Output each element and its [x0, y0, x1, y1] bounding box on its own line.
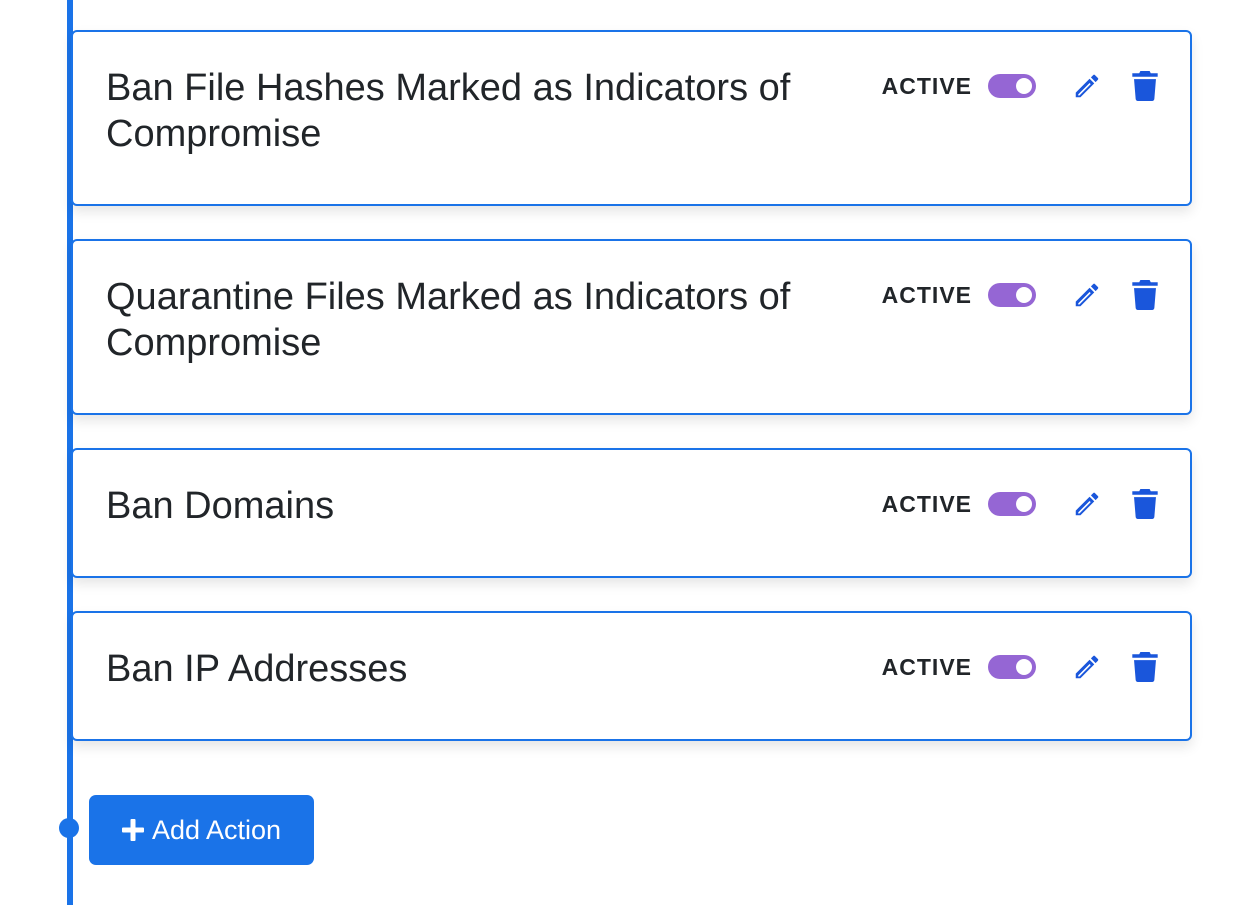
pencil-icon	[1075, 492, 1099, 516]
status-label: ACTIVE	[881, 653, 972, 680]
action-list: Ban File Hashes Marked as Indicators of …	[71, 30, 1192, 774]
add-action-label: Add Action	[151, 814, 282, 845]
trash-icon	[1132, 71, 1158, 101]
toggle-knob	[1016, 659, 1032, 675]
action-controls: ACTIVE	[882, 275, 1162, 315]
action-card: Quarantine Files Marked as Indicators of…	[71, 239, 1192, 415]
trash-icon	[1132, 652, 1158, 682]
action-controls: ACTIVE	[882, 647, 1162, 687]
action-card: Ban File Hashes Marked as Indicators of …	[71, 30, 1192, 206]
delete-button[interactable]	[1128, 277, 1162, 313]
action-controls: ACTIVE	[882, 484, 1162, 524]
add-action-button[interactable]: Add Action	[89, 795, 314, 865]
timeline-dot	[59, 818, 79, 838]
action-card: Ban Domains ACTIVE	[71, 448, 1192, 578]
pencil-icon	[1075, 283, 1099, 307]
pencil-icon	[1075, 655, 1099, 679]
action-title: Quarantine Files Marked as Indicators of…	[106, 276, 791, 364]
action-title: Ban Domains	[106, 485, 335, 527]
delete-button[interactable]	[1128, 68, 1162, 104]
toggle-knob	[1016, 496, 1032, 512]
pencil-icon	[1075, 74, 1099, 98]
action-controls: ACTIVE	[882, 66, 1162, 106]
trash-icon	[1132, 489, 1158, 519]
action-title: Ban File Hashes Marked as Indicators of …	[106, 67, 791, 155]
delete-button[interactable]	[1128, 649, 1162, 685]
active-toggle[interactable]	[988, 655, 1036, 679]
action-card: Ban IP Addresses ACTIVE	[71, 611, 1192, 741]
active-toggle[interactable]	[988, 492, 1036, 516]
action-title: Ban IP Addresses	[106, 648, 408, 690]
edit-button[interactable]	[1070, 486, 1104, 522]
status-label: ACTIVE	[881, 72, 972, 99]
edit-button[interactable]	[1070, 277, 1104, 313]
actions-page: Ban File Hashes Marked as Indicators of …	[0, 0, 1254, 905]
trash-icon	[1132, 280, 1158, 310]
active-toggle[interactable]	[988, 283, 1036, 307]
status-label: ACTIVE	[881, 490, 972, 517]
status-label: ACTIVE	[881, 281, 972, 308]
plus-icon	[121, 819, 144, 841]
active-toggle[interactable]	[988, 74, 1036, 98]
toggle-knob	[1016, 287, 1032, 303]
edit-button[interactable]	[1070, 649, 1104, 685]
edit-button[interactable]	[1070, 68, 1104, 104]
delete-button[interactable]	[1128, 486, 1162, 522]
toggle-knob	[1016, 78, 1032, 94]
